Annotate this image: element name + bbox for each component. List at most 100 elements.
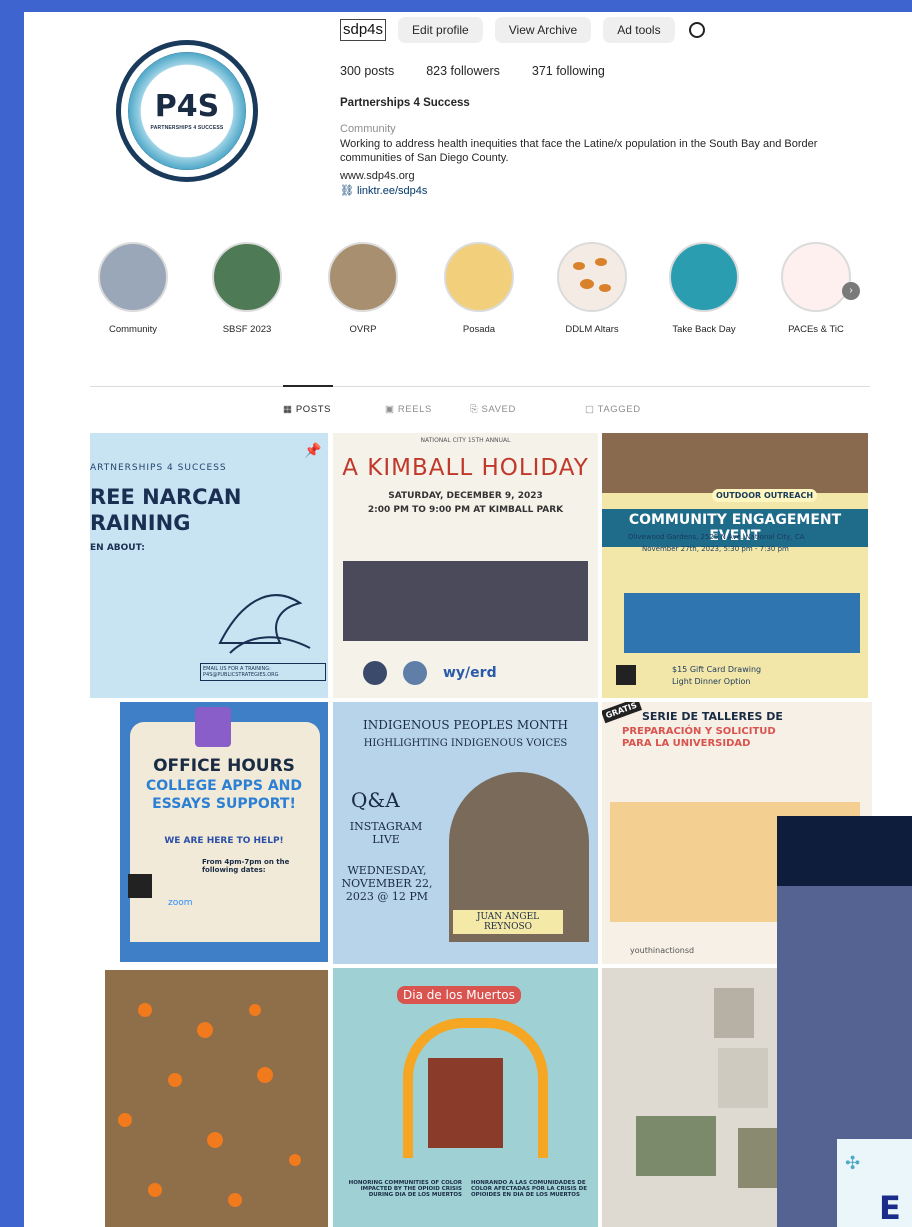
wall-photo [636,1116,716,1176]
profile-stats: 300 posts 823 followers 371 following [340,64,605,78]
post-indigenous-peoples-month[interactable]: INDIGENOUS PEOPLES MONTH HIGHLIGHTING IN… [333,702,598,964]
altar-image [428,1058,503,1148]
post-title: OFFICE HOURS [153,756,295,776]
post-title-line1: REE NARCAN [90,485,242,509]
reels-icon: ▣ [385,404,398,415]
post-office-hours[interactable]: OFFICE HOURS COLLEGE APPS AND ESSAYS SUP… [120,702,328,962]
zoom-logo: zoom [168,898,193,908]
wall-photo [714,988,754,1038]
sponsor-logo: wy/erd [443,665,497,681]
post-photo-wall[interactable] [602,968,777,1227]
link-icon: ⛓ [340,185,358,197]
wall-photo [738,1128,777,1188]
post-location: Olivewood Gardens, 2525 N Ave. National … [628,533,805,541]
tab-saved[interactable]: ⎘ SAVED [470,404,516,415]
highlight-cover [212,242,282,312]
highlight-cover [328,242,398,312]
highlight-cover [669,242,739,312]
profile-username: sdp4s [340,19,387,41]
profile-category: Community [340,123,396,135]
post-group-photo [602,433,868,493]
highlight-label: Take Back Day [672,324,736,335]
post-handle: youthinactionsd [630,946,695,955]
view-archive-button[interactable]: View Archive [494,17,592,43]
post-gift: $15 Gift Card Drawing [672,665,762,674]
tab-label: POSTS [295,404,332,415]
slide-preview-letter: E [879,1189,901,1227]
highlight-cover [557,242,627,312]
tab-tagged[interactable]: ▢ TAGGED [585,404,641,415]
post-badge: OUTDOOR OUTREACH [712,489,818,502]
qr-code-icon [128,874,152,898]
chevron-right-icon[interactable]: › [842,282,860,300]
post-subtitle-1: COLLEGE APPS AND [146,778,302,794]
post-email: EMAIL US FOR A TRAINING: P4S@PUBLICSTRAT… [200,663,326,681]
post-title: Dia de los Muertos [397,986,521,1004]
profile-link[interactable]: ⛓ linktr.ee/sdp4s [340,184,427,197]
gratis-badge: GRATIS [602,702,642,724]
speaker-name: JUAN ANGEL REYNOSO [453,910,563,934]
post-help: WE ARE HERE TO HELP! [164,836,284,846]
tab-posts[interactable]: ▦ POSTS [283,404,331,415]
followers-count[interactable]: 823 followers [426,64,500,78]
post-subtitle: HIGHLIGHTING INDIGENOUS VOICES [363,738,568,749]
post-community-engagement[interactable]: OUTDOOR OUTREACH COMMUNITY ENGAGEMENT EV… [602,433,868,698]
post-live: INSTAGRAM LIVE [349,820,423,846]
tab-label: REELS [397,404,432,415]
tab-label: SAVED [481,404,516,415]
edit-profile-button[interactable]: Edit profile [398,17,483,43]
highlight-label: PACEs & TiC [788,324,844,335]
post-kicker: ARTNERSHIPS 4 SUCCESS [90,463,227,473]
avatar-logo-text: P4S [154,88,220,124]
post-subtitle-2: ESSAYS SUPPORT! [152,796,296,812]
post-photo-collage [343,561,588,641]
settings-gear-icon[interactable] [688,22,705,38]
highlight-community[interactable]: Community [88,242,178,335]
post-narcan-training[interactable]: ARTNERSHIPS 4 SUCCESS REE NARCAN RAINING… [90,433,328,698]
highlight-posada[interactable]: Posada [434,242,524,335]
post-time: 2:00 PM TO 9:00 PM AT KIMBALL PARK [367,505,564,515]
highlight-label: Posada [462,324,496,335]
hands-icon [218,594,311,654]
profile-avatar[interactable]: P4S PARTNERSHIPS 4 SUCCESS [116,40,258,182]
post-caption-es: HONRANDO A LAS COMUNIDADES DE COLOR AFEC… [471,1180,587,1198]
profile-full-name: Partnerships 4 Success [340,97,470,109]
butterfly-icon [573,258,611,292]
tabs-divider [90,386,870,387]
tab-label: TAGGED [597,404,641,415]
county-seal-icon [403,661,427,685]
highlight-label: DDLM Altars [565,324,619,335]
highlight-take-back-day[interactable]: Take Back Day [659,242,749,335]
slide-preview-header [777,816,912,886]
pin-icon: 📌 [304,443,322,459]
notebook-icon [195,707,231,747]
tag-icon: ▢ [585,404,598,415]
highlight-ddlm-altars[interactable]: DDLM Altars [547,242,637,335]
ad-tools-button[interactable]: Ad tools [603,17,675,43]
highlight-label: Community [108,324,158,335]
post-poppies-photo[interactable] [105,970,328,1227]
post-title-line2: RAINING [90,511,191,535]
post-time: From 4pm-7pm on the following dates: [202,858,290,874]
profile-bio: Working to address health inequities tha… [340,138,818,164]
highlight-ovrp[interactable]: OVRP [318,242,408,335]
highlight-cover [98,242,168,312]
post-title: SERIE DE TALLERES DE [642,710,783,723]
post-kicker: NATIONAL CITY 15TH ANNUAL [420,437,511,444]
post-subtitle: EN ABOUT: [90,543,145,553]
tab-reels[interactable]: ▣ REELS [385,404,432,415]
following-count[interactable]: 371 following [532,64,605,78]
post-datetime: November 27th, 2023, 5:30 pm - 7:30 pm [642,545,789,553]
presentation-slide: P4S PARTNERSHIPS 4 SUCCESS sdp4s Edit pr… [0,0,912,1227]
profile-website: www.sdp4s.org [340,170,415,182]
city-seal-icon [363,661,387,685]
post-kimball-holiday[interactable]: NATIONAL CITY 15TH ANNUAL A KIMBALL HOLI… [333,433,598,698]
profile-header-row: sdp4s Edit profile View Archive Ad tools [340,17,705,43]
post-dinner: Light Dinner Option [672,677,751,686]
highlight-sbsf-2023[interactable]: SBSF 2023 [202,242,292,335]
post-card [130,722,320,942]
highlight-label: OVRP [349,324,377,335]
active-tab-indicator [283,385,333,387]
post-dia-de-los-muertos[interactable]: Dia de los Muertos HONORING COMMUNITIES … [333,968,598,1227]
post-date: SATURDAY, DECEMBER 9, 2023 [388,491,543,501]
